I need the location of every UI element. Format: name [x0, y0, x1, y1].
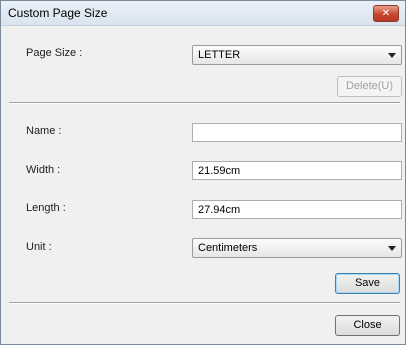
divider-top	[9, 102, 400, 104]
window-title: Custom Page Size	[8, 6, 108, 20]
name-label: Name :	[26, 125, 62, 137]
unit-selected: Centimeters	[198, 242, 258, 254]
custom-page-size-dialog: Custom Page Size ✕ Page Size : LETTER De…	[0, 0, 406, 345]
length-label: Length :	[26, 202, 66, 214]
page-size-label: Page Size :	[26, 47, 83, 59]
unit-dropdown[interactable]: Centimeters	[192, 238, 402, 258]
window-close-icon[interactable]: ✕	[373, 5, 399, 22]
width-field[interactable]: 21.59cm	[192, 161, 402, 180]
page-size-dropdown[interactable]: LETTER	[192, 45, 402, 65]
title-bar[interactable]: Custom Page Size ✕	[1, 1, 405, 26]
chevron-down-icon	[388, 53, 396, 58]
divider-bottom	[9, 302, 400, 304]
length-field[interactable]: 27.94cm	[192, 200, 402, 219]
chevron-down-icon	[388, 246, 396, 251]
name-field[interactable]	[192, 123, 402, 142]
width-label: Width :	[26, 164, 61, 176]
save-button[interactable]: Save	[335, 273, 400, 294]
page-size-selected: LETTER	[198, 49, 241, 61]
close-button[interactable]: Close	[335, 315, 400, 336]
delete-button[interactable]: Delete(U)	[337, 76, 402, 97]
unit-label: Unit :	[26, 241, 52, 253]
